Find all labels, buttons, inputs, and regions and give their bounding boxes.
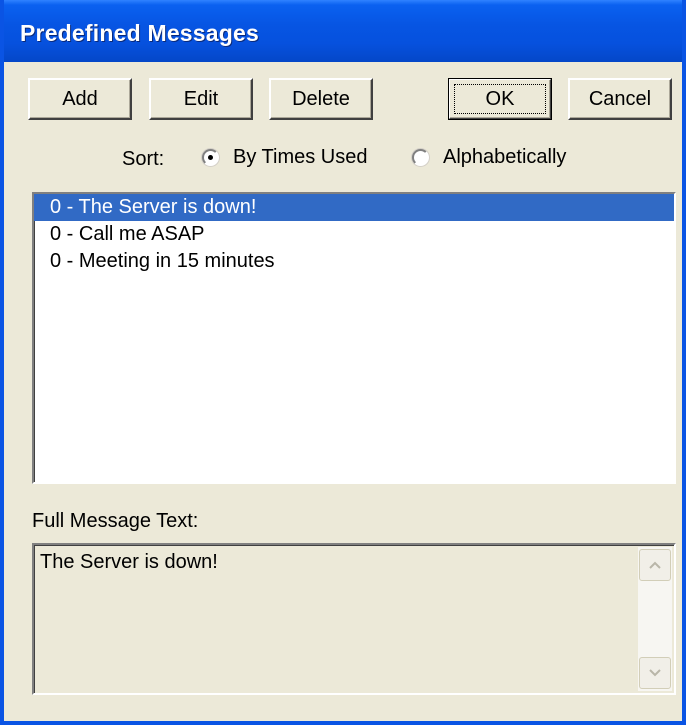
radio-unselected-icon: [412, 149, 429, 166]
full-message-label: Full Message Text:: [32, 510, 199, 532]
scroll-down-button[interactable]: [639, 657, 671, 689]
chevron-down-icon: [649, 669, 661, 677]
title-bar[interactable]: Predefined Messages: [4, 0, 682, 62]
predefined-messages-dialog: Predefined Messages Add Edit Delete OK C…: [0, 0, 686, 725]
radio-selected-icon: [202, 149, 219, 166]
list-item[interactable]: 0 - The Server is down!: [34, 194, 674, 221]
messages-listbox[interactable]: 0 - The Server is down! 0 - Call me ASAP…: [32, 192, 676, 484]
cancel-button[interactable]: Cancel: [568, 78, 672, 120]
full-message-text: The Server is down!: [40, 551, 218, 573]
window-title: Predefined Messages: [20, 20, 260, 46]
sort-label: Sort:: [122, 148, 165, 170]
cancel-button-label: Cancel: [588, 87, 652, 110]
delete-button[interactable]: Delete: [269, 78, 373, 120]
ok-button-label: OK: [485, 87, 515, 110]
add-button[interactable]: Add: [28, 78, 132, 120]
list-item[interactable]: 0 - Meeting in 15 minutes: [34, 248, 674, 275]
radio-label: By Times Used: [233, 146, 368, 168]
sort-by-times-used-radio[interactable]: By Times Used: [202, 146, 367, 169]
ok-button[interactable]: OK: [448, 78, 552, 120]
list-item[interactable]: 0 - Call me ASAP: [34, 221, 674, 248]
add-button-label: Add: [62, 87, 98, 110]
chevron-up-icon: [649, 561, 661, 569]
scroll-up-button[interactable]: [639, 549, 671, 581]
edit-button[interactable]: Edit: [149, 78, 253, 120]
sort-alphabetically-radio[interactable]: Alphabetically: [412, 146, 566, 169]
full-message-textarea[interactable]: The Server is down!: [32, 543, 676, 695]
edit-button-label: Edit: [183, 87, 219, 110]
delete-button-label: Delete: [292, 87, 350, 110]
radio-label: Alphabetically: [443, 146, 567, 168]
vertical-scrollbar[interactable]: [638, 547, 672, 691]
